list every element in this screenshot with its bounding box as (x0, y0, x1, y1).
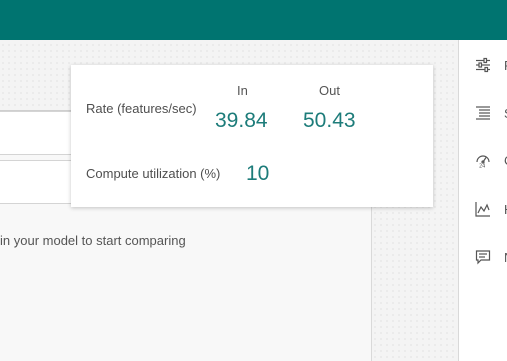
rate-out-value: 50.43 (303, 109, 356, 132)
sidebar-item-s[interactable]: S (475, 103, 507, 123)
sliders-icon (476, 57, 490, 73)
rate-in-value: 39.84 (215, 109, 268, 132)
message-icon (475, 250, 491, 265)
top-bar (0, 0, 507, 40)
gauge-icon: 24 (476, 155, 490, 169)
sidebar-item-h[interactable]: H (475, 199, 507, 219)
in-column-header: In (237, 83, 248, 98)
sidebar-item-c[interactable]: 24 C (475, 150, 507, 170)
model-hint-text: in your model to start comparing (0, 233, 186, 248)
sidebar-item-n[interactable]: N (475, 247, 507, 267)
svg-text:24: 24 (479, 164, 485, 169)
rate-label: Rate (features/sec) (86, 101, 197, 116)
line-chart-icon (475, 202, 490, 217)
stats-card: In Out Rate (features/sec) 39.84 50.43 C… (71, 65, 433, 207)
list-icon (476, 106, 490, 120)
compute-utilization-value: 10 (246, 162, 270, 185)
compute-utilization-label: Compute utilization (%) (86, 166, 221, 181)
sidebar-item-f[interactable]: F (475, 55, 507, 75)
right-sidebar: F S 24 C H N (458, 40, 507, 361)
out-column-header: Out (319, 83, 340, 98)
